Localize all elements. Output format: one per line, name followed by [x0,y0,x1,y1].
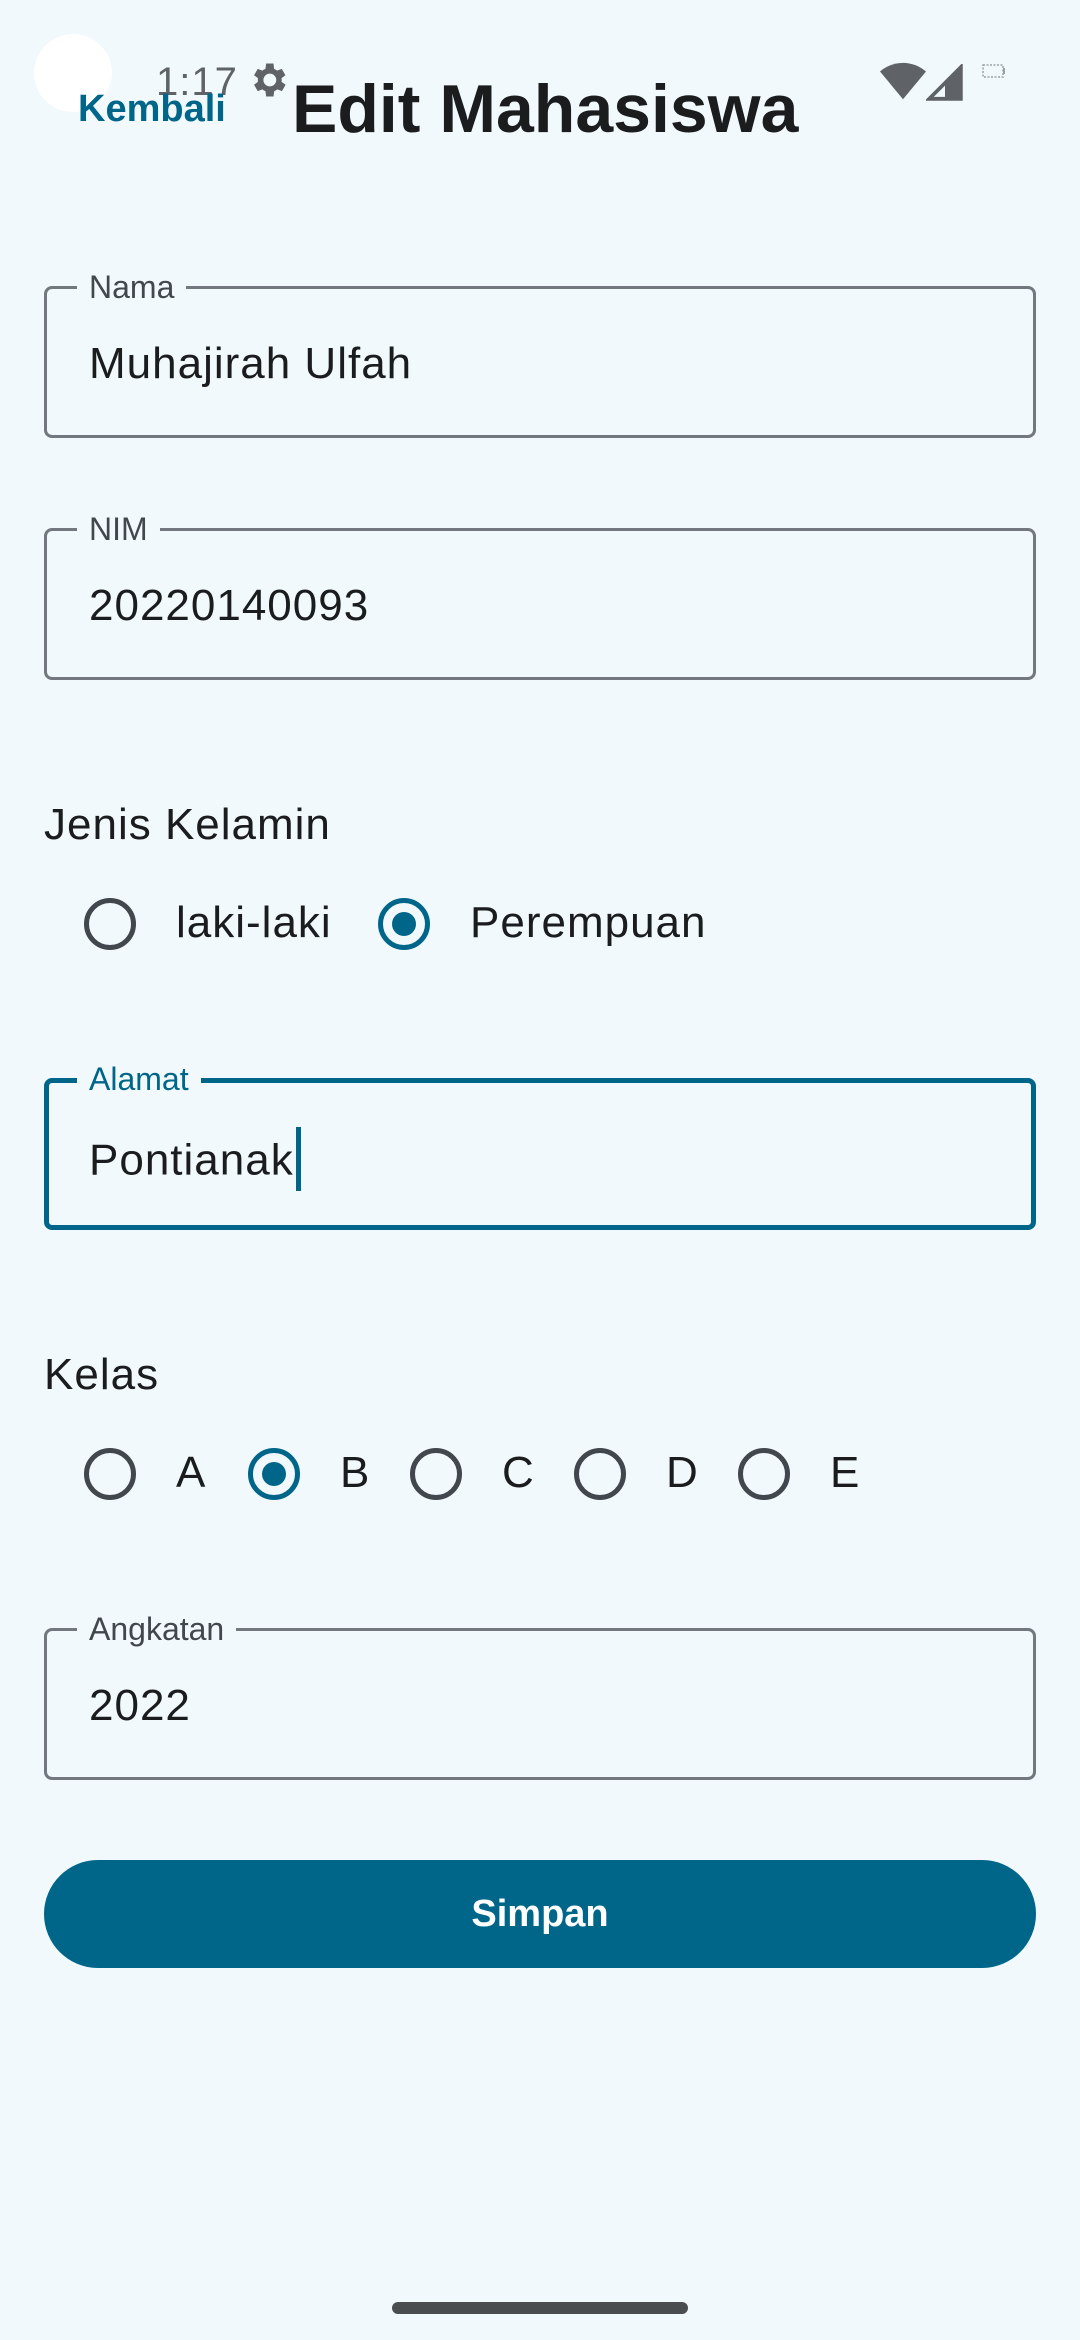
nama-field-label: Nama [77,267,187,307]
nim-input[interactable]: 20220140093 [89,581,989,631]
radio-kelas-b[interactable] [248,1448,300,1500]
angkatan-field[interactable]: Angkatan 2022 [44,1609,1036,1780]
nama-input[interactable]: Muhajirah Ulfah [89,339,989,389]
alamat-field-label: Alamat [77,1059,201,1099]
kelas-heading: Kelas [44,1350,160,1399]
radio-kelas-e[interactable] [738,1448,790,1500]
battery-icon [982,64,1005,78]
angkatan-field-label: Angkatan [77,1609,237,1649]
alamat-input[interactable]: Pontianak [89,1127,989,1195]
nama-field[interactable]: Nama Muhajirah Ulfah [44,267,1036,438]
radio-label-kelas-d[interactable]: D [666,1448,699,1498]
radio-laki-laki[interactable] [84,898,136,950]
wifi-icon [880,62,926,100]
alamat-field[interactable]: Alamat Pontianak [44,1059,1036,1230]
jenis-kelamin-heading: Jenis Kelamin [44,800,331,849]
back-button[interactable]: Kembali [78,88,226,131]
radio-kelas-a[interactable] [84,1448,136,1500]
radio-label-kelas-b[interactable]: B [340,1448,370,1498]
nim-field[interactable]: NIM 20220140093 [44,509,1036,680]
edit-mahasiswa-screen: 1:17 Kembali Edit Mahasiswa Nama Muhajir… [0,0,1080,2340]
radio-perempuan[interactable] [378,898,430,950]
settings-icon [254,63,286,97]
text-cursor [295,1127,301,1191]
alamat-input-text: Pontianak [89,1135,294,1185]
radio-label-perempuan[interactable]: Perempuan [470,898,706,948]
page-title: Edit Mahasiswa [292,71,799,147]
radio-kelas-c[interactable] [410,1448,462,1500]
nim-field-label: NIM [77,509,160,549]
radio-kelas-d[interactable] [574,1448,626,1500]
radio-label-kelas-a[interactable]: A [176,1448,206,1498]
save-button[interactable]: Simpan [44,1860,1036,1968]
radio-label-kelas-c[interactable]: C [502,1448,535,1498]
radio-label-laki-laki[interactable]: laki-laki [176,898,332,948]
signal-icon [926,64,963,101]
gesture-nav-handle[interactable] [392,2302,688,2314]
angkatan-input[interactable]: 2022 [89,1681,989,1731]
radio-label-kelas-e[interactable]: E [830,1448,860,1498]
